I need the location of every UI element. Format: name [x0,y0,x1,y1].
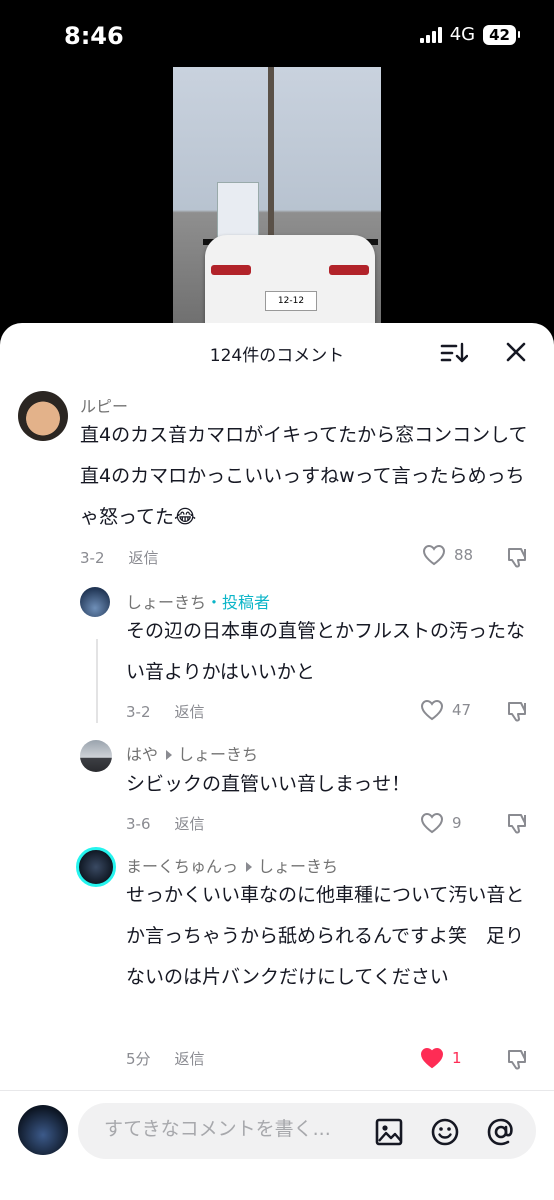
avatar[interactable] [18,391,68,441]
avatar[interactable] [80,587,110,617]
dislike-icon[interactable] [506,700,530,722]
comment-meta: 3-2 返信 [80,547,159,568]
heart-icon [422,544,446,566]
comment-username[interactable]: まーくちゅんっ [126,857,238,876]
video-preview[interactable]: 12-12 [173,67,381,327]
status-bar: 8:46 4G 42 [0,0,554,70]
comment-meta: 5分 返信 [126,1048,205,1069]
comment-username[interactable]: しょーきち [126,593,206,612]
sheet-header: 124件のコメント [0,323,554,381]
comments-count-title: 124件のコメント [209,346,345,366]
comment-username-row: まーくちゅんっ しょーきち [126,853,338,877]
like-button[interactable]: 47 [420,699,471,721]
dislike-icon[interactable] [506,546,530,568]
close-icon[interactable] [505,341,527,363]
comment-text: せっかくいい車なのに他車種について汚い音とか言っちゃうから舐められるんですよ笑 … [126,884,525,988]
reply-button[interactable]: 返信 [175,703,205,721]
emoji-icon[interactable] [430,1117,460,1147]
status-indicators: 4G 42 [419,24,520,45]
reply-arrow-icon [246,862,253,872]
comment-input-container[interactable] [78,1103,536,1159]
heart-filled-icon [420,1047,444,1069]
comment-text: シビックの直管いい音しまっせ！ [126,773,411,795]
reply-button[interactable]: 返信 [175,1050,205,1068]
reply-button[interactable]: 返信 [129,549,159,567]
utility-pole [268,67,274,257]
like-count: 9 [452,814,462,832]
image-icon[interactable] [374,1117,404,1147]
comment-date: 3-6 [126,815,151,833]
dislike-icon[interactable] [506,1048,530,1070]
comment-username-row: はや しょーきち [126,741,258,765]
comment-username-row: しょーきち・投稿者 [126,589,270,613]
reply-target[interactable]: しょーきち [178,745,258,764]
like-count: 88 [454,546,474,564]
like-button[interactable]: 1 [420,1047,462,1069]
comment-username[interactable]: はや [126,745,158,764]
network-label: 4G [449,24,476,45]
comment-text: 直4のカス音カマロがイキってたから窓コンコンして直4のカマロかっこいいっすねwっ… [80,424,528,528]
reply-arrow-icon [166,750,173,760]
sort-icon[interactable] [440,341,468,365]
like-button[interactable]: 9 [420,812,462,834]
like-count: 47 [452,701,472,719]
comment-meta: 3-2 返信 [126,701,205,722]
comment-username[interactable]: ルピー [80,393,128,417]
status-time: 8:46 [64,22,124,50]
license-plate: 12-12 [265,291,317,311]
heart-icon [420,699,444,721]
tail-light-left [211,265,251,275]
comment-text: その辺の日本車の直管とかフルストの汚ったない音よりかはいいかと [126,620,526,683]
avatar[interactable] [80,740,112,772]
comment-input-bar [0,1090,554,1200]
comment-date: 3-2 [80,549,105,567]
car-rear: 12-12 [205,235,375,327]
dislike-icon[interactable] [506,812,530,834]
thread-line [96,639,98,723]
reply-button[interactable]: 返信 [175,815,205,833]
mention-icon[interactable] [486,1117,516,1147]
heart-icon [420,812,444,834]
author-badge: ・投稿者 [206,593,271,612]
comments-sheet: 124件のコメント ルピー 直4のカス音カマロがイキってたから窓コンコンして直4… [0,323,554,1199]
signal-icon [419,26,442,43]
comment-meta: 3-6 返信 [126,813,205,834]
comment-date: 5分 [126,1050,151,1068]
like-count: 1 [452,1049,462,1067]
tail-light-right [329,265,369,275]
comment-input[interactable] [102,1117,366,1141]
comment-date: 3-2 [126,703,151,721]
avatar[interactable] [76,847,116,887]
reply-target[interactable]: しょーきち [258,857,338,876]
like-button[interactable]: 88 [422,544,473,566]
battery-icon: 42 [483,24,520,45]
current-user-avatar [18,1105,68,1155]
